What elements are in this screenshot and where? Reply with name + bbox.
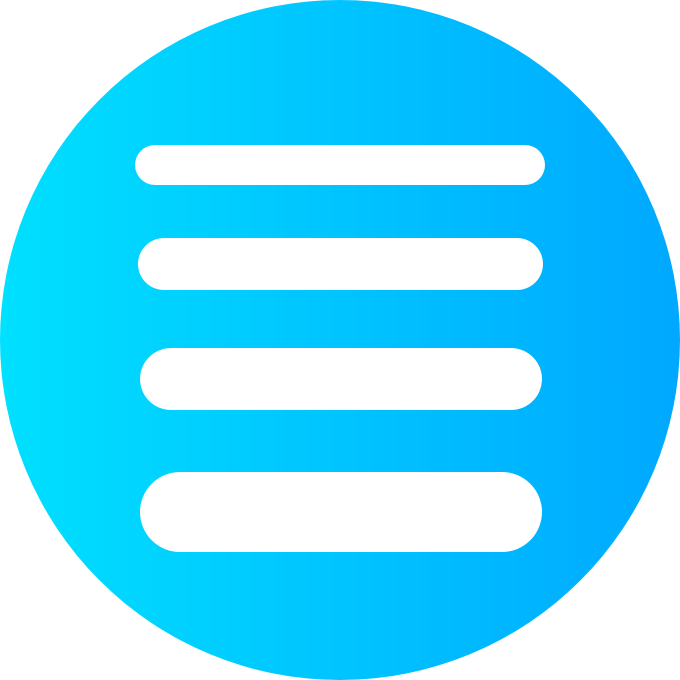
menu-line-3 xyxy=(140,348,542,410)
icon-canvas xyxy=(0,0,680,680)
menu-line-4 xyxy=(140,472,542,552)
menu-lines-icon[interactable] xyxy=(0,0,680,680)
menu-line-2 xyxy=(138,238,543,290)
icon-circle-background xyxy=(0,0,680,680)
menu-line-1 xyxy=(135,145,545,185)
